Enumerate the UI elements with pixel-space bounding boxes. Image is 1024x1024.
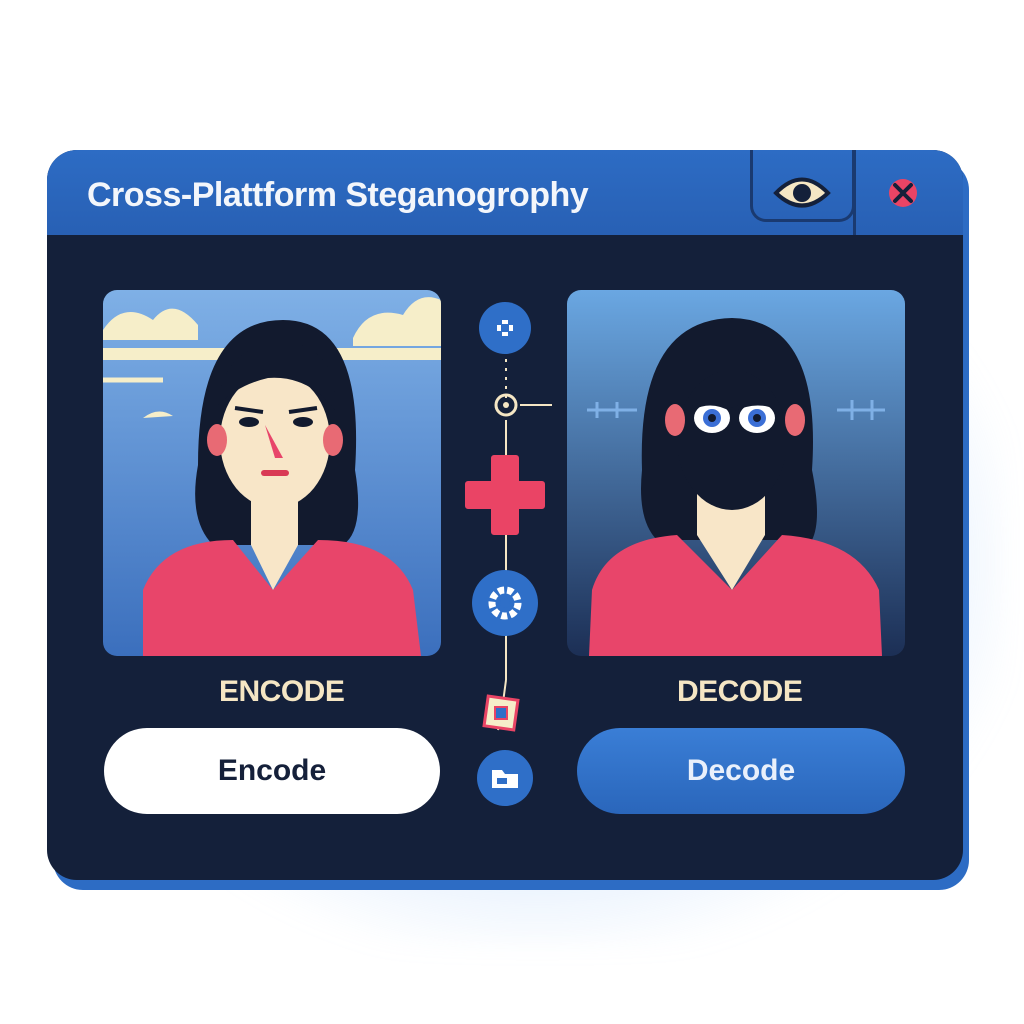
encode-button[interactable]: Encode	[104, 728, 440, 814]
plus-icon[interactable]	[462, 452, 548, 538]
embed-icon	[482, 694, 520, 732]
view-button[interactable]	[750, 150, 855, 235]
node-icon	[494, 393, 518, 417]
decoded-portrait-image	[567, 290, 905, 656]
workflow-connector	[462, 290, 577, 810]
folder-icon[interactable]	[475, 748, 535, 808]
close-icon	[889, 179, 917, 207]
portrait-image	[103, 290, 441, 656]
decode-label: DECODE	[677, 675, 803, 708]
eye-icon	[773, 177, 831, 208]
close-button[interactable]	[867, 168, 939, 218]
settings-icon[interactable]	[470, 568, 540, 638]
title-bar: Cross-Plattform Steganogrophy	[47, 150, 963, 235]
titlebar-divider	[853, 150, 856, 235]
add-icon[interactable]	[477, 300, 533, 356]
decode-button[interactable]: Decode	[577, 728, 905, 814]
decode-image-preview[interactable]	[567, 290, 905, 656]
encode-label: ENCODE	[219, 675, 345, 708]
window-title: Cross-Plattform Steganogrophy	[87, 176, 589, 214]
app-window: Cross-Plattform Steganogrophy ENCODE DEC…	[47, 150, 963, 880]
encode-image-preview[interactable]	[103, 290, 441, 656]
